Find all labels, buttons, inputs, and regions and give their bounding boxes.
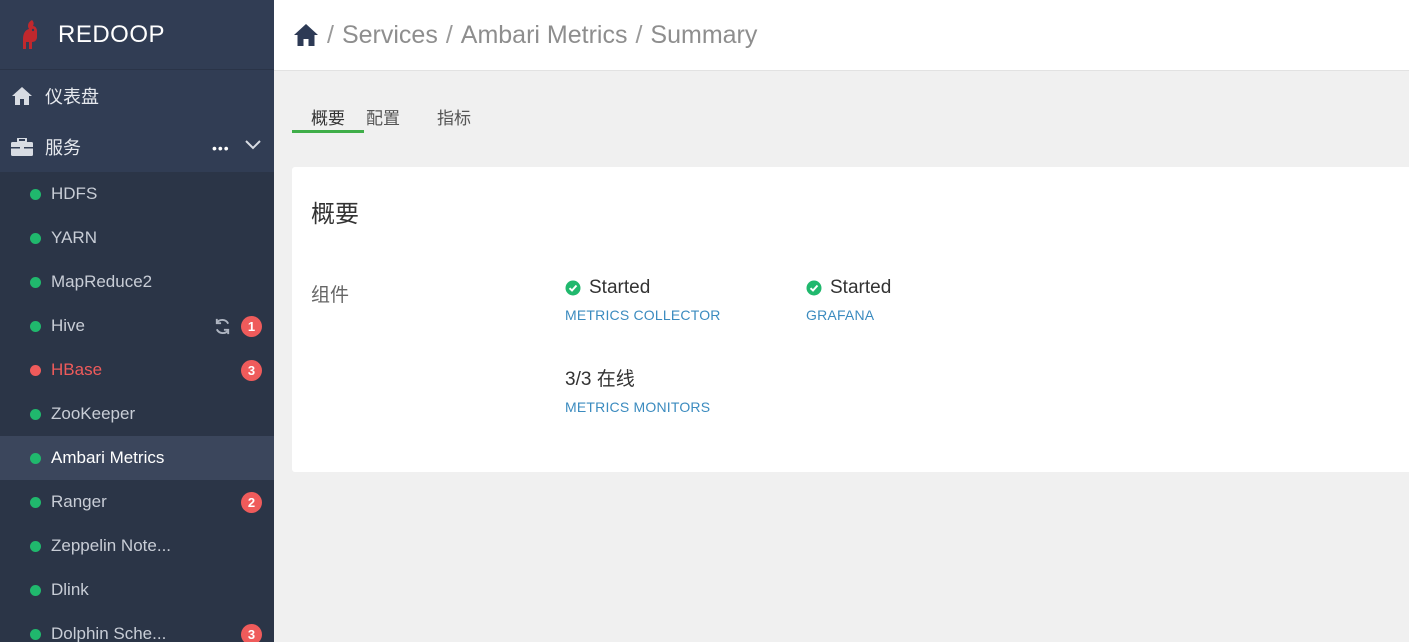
sidebar-item-label: ZooKeeper xyxy=(51,404,136,423)
nav-dashboard[interactable]: 仪表盘 xyxy=(0,70,274,121)
component-status-text: Started xyxy=(589,277,651,298)
component-status: Started xyxy=(806,277,891,299)
alert-count-badge[interactable]: 3 xyxy=(241,360,262,381)
tab-metrics[interactable]: 指标 xyxy=(419,96,490,133)
status-dot xyxy=(30,188,41,200)
alert-count-badge[interactable]: 2 xyxy=(241,492,262,513)
briefcase-icon xyxy=(10,135,34,159)
sidebar-item-hdfs[interactable]: HDFS xyxy=(0,172,274,216)
sidebar-item-zookeeper[interactable]: ZooKeeper xyxy=(0,392,274,436)
sidebar-item-label: Ranger xyxy=(51,492,107,511)
check-circle-icon xyxy=(806,280,822,296)
brand[interactable]: REDOOP xyxy=(0,0,274,70)
breadcrumb-services[interactable]: Services xyxy=(342,21,438,50)
component-metrics-monitors: 3/3 在线 METRICS MONITORS xyxy=(565,364,710,415)
component-status-text: 3/3 在线 xyxy=(565,369,635,390)
summary-panel: 概要 组件 Started METRICS COLLECTOR Started … xyxy=(292,167,1409,472)
sidebar-item-yarn[interactable]: YARN xyxy=(0,216,274,260)
check-circle-icon xyxy=(565,280,581,296)
component-link[interactable]: GRAFANA xyxy=(806,307,891,323)
breadcrumb-separator: / xyxy=(635,20,643,49)
sidebar-item-label: Dolphin Sche... xyxy=(51,624,167,642)
service-list: HDFS YARN MapReduce2 Hive 1 HBase 3 ZooK… xyxy=(0,172,274,642)
refresh-icon[interactable] xyxy=(213,317,232,336)
breadcrumb-separator: / xyxy=(327,20,334,49)
panel-title: 概要 xyxy=(311,201,359,228)
component-grafana: Started GRAFANA xyxy=(806,277,891,323)
status-dot xyxy=(30,628,41,640)
status-dot xyxy=(30,276,41,288)
tab-configs[interactable]: 配置 xyxy=(364,96,419,133)
alert-count-badge[interactable]: 1 xyxy=(241,316,262,337)
chevron-down-icon[interactable] xyxy=(244,135,262,153)
component-link[interactable]: METRICS COLLECTOR xyxy=(565,307,721,323)
sidebar-item-label: HDFS xyxy=(51,184,98,203)
nav-services[interactable]: 服务 ••• xyxy=(0,121,274,172)
sidebar: REDOOP 仪表盘 服务 ••• HDFS YARN MapReduce2 H… xyxy=(0,0,274,642)
status-dot xyxy=(30,320,41,332)
sidebar-item-label: Dlink xyxy=(51,580,89,599)
sidebar-item-label: Hive xyxy=(51,316,86,335)
component-status: 3/3 在线 xyxy=(565,364,710,391)
sidebar-item-mapreduce2[interactable]: MapReduce2 xyxy=(0,260,274,304)
sidebar-item-hive[interactable]: Hive 1 xyxy=(0,304,274,348)
nav-services-label: 服务 xyxy=(45,137,81,158)
alert-count-badge[interactable]: 3 xyxy=(241,624,262,642)
tab-bar: 概要 配置 指标 xyxy=(292,96,490,134)
status-dot xyxy=(30,232,41,244)
sidebar-item-ambari-metrics[interactable]: Ambari Metrics xyxy=(0,436,274,480)
sidebar-item-dlink[interactable]: Dlink xyxy=(0,568,274,612)
sidebar-item-ranger[interactable]: Ranger 2 xyxy=(0,480,274,524)
component-metrics-collector: Started METRICS COLLECTOR xyxy=(565,277,721,323)
sidebar-item-label: MapReduce2 xyxy=(51,272,153,291)
status-dot xyxy=(30,584,41,596)
component-status: Started xyxy=(565,277,721,299)
status-dot xyxy=(30,452,41,464)
home-icon[interactable] xyxy=(293,22,319,48)
sidebar-item-dolphin-scheduler[interactable]: Dolphin Sche... 3 xyxy=(0,612,274,642)
sidebar-item-zeppelin[interactable]: Zeppelin Note... xyxy=(0,524,274,568)
breadcrumb-service[interactable]: Ambari Metrics xyxy=(461,21,628,50)
sidebar-item-label: Ambari Metrics xyxy=(51,448,165,467)
sidebar-item-label: HBase xyxy=(51,360,103,379)
sidebar-item-hbase[interactable]: HBase 3 xyxy=(0,348,274,392)
component-status-text: Started xyxy=(830,277,892,298)
status-dot xyxy=(30,364,41,376)
breadcrumb-page: Summary xyxy=(650,20,758,49)
components-label: 组件 xyxy=(311,285,350,306)
sidebar-item-label: YARN xyxy=(51,228,97,247)
sidebar-item-label: Zeppelin Note... xyxy=(51,536,172,555)
breadcrumb: / Services / Ambari Metrics / Summary xyxy=(293,21,757,50)
home-icon xyxy=(10,84,34,108)
breadcrumb-separator: / xyxy=(445,20,453,49)
component-link[interactable]: METRICS MONITORS xyxy=(565,399,710,415)
page-header: / Services / Ambari Metrics / Summary xyxy=(274,0,1409,71)
status-dot xyxy=(30,408,41,420)
brand-name: REDOOP xyxy=(58,20,166,48)
nav-dashboard-label: 仪表盘 xyxy=(45,86,99,107)
status-dot xyxy=(30,496,41,508)
more-icon[interactable]: ••• xyxy=(212,140,230,156)
status-dot xyxy=(30,540,41,552)
tab-summary[interactable]: 概要 xyxy=(292,96,364,133)
elephant-logo-icon xyxy=(23,19,37,49)
